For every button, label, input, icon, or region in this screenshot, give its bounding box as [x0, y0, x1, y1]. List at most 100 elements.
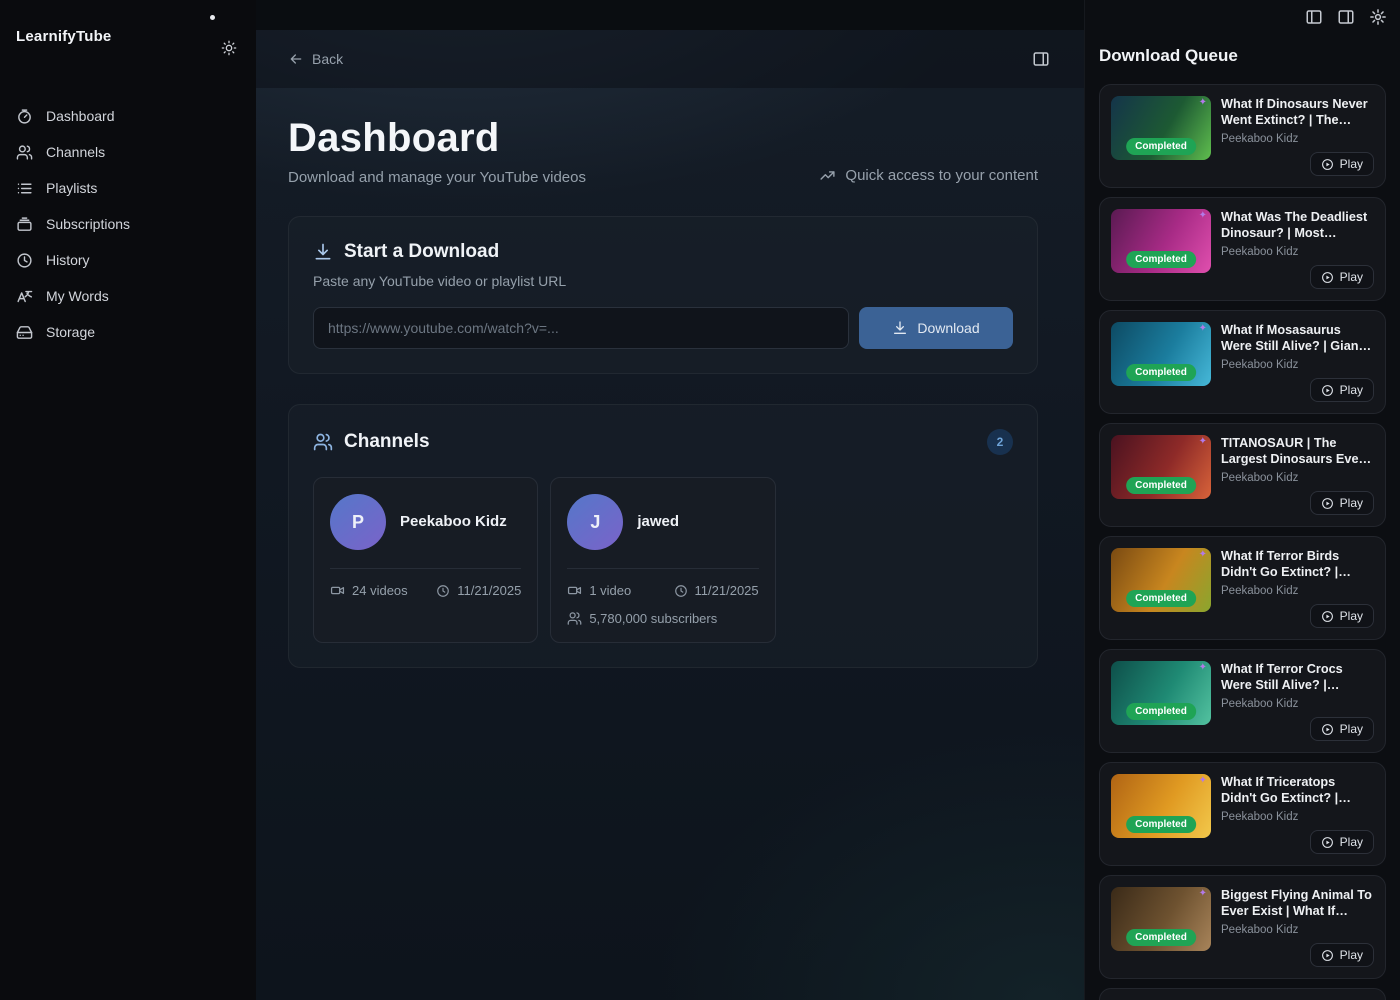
sidebar-item-label: Storage: [46, 324, 95, 340]
status-badge: Completed: [1126, 364, 1196, 381]
video-count: 24 videos: [330, 583, 408, 598]
status-dot: [210, 15, 215, 20]
channel-tile[interactable]: J jawed 1 video 11/21/2025: [550, 477, 775, 643]
clock-icon: [674, 584, 688, 598]
play-circle-icon: [1321, 836, 1334, 849]
main-header: Back: [256, 30, 1084, 88]
video-thumbnail: ✦ Completed: [1111, 435, 1211, 499]
queue-item-body: What If Dinosaurs Never Went Extinct? | …: [1221, 96, 1374, 176]
video-channel: Peekaboo Kidz: [1221, 698, 1374, 710]
sidebar-header: LearnifyTube: [0, 0, 256, 84]
video-thumbnail: ✦ Completed: [1111, 322, 1211, 386]
download-button[interactable]: Download: [859, 307, 1013, 349]
status-badge: Completed: [1126, 929, 1196, 946]
queue-item[interactable]: ✦ Completed What If Triceratops Didn't G…: [1099, 762, 1386, 866]
play-button[interactable]: Play: [1310, 717, 1374, 741]
download-icon: [313, 242, 333, 262]
queue-item[interactable]: ✦ Completed TITANOSAUR | The Largest Din…: [1099, 423, 1386, 527]
video-thumbnail: ✦ Completed: [1111, 96, 1211, 160]
play-button[interactable]: Play: [1310, 152, 1374, 176]
panel-left-toggle-button[interactable]: [1305, 8, 1323, 26]
queue-item-body: What If Mosasaurus Were Still Alive? | G…: [1221, 322, 1374, 402]
channel-tiles: P Peekaboo Kidz 24 videos 11/21/2025: [313, 477, 1013, 643]
video-camera-icon: [567, 583, 582, 598]
play-button[interactable]: Play: [1310, 830, 1374, 854]
sidebar-item-my-words[interactable]: My Words: [0, 278, 256, 314]
status-badge: Completed: [1126, 816, 1196, 833]
divider: [330, 568, 521, 569]
play-circle-icon: [1321, 271, 1334, 284]
back-button[interactable]: Back: [288, 51, 343, 67]
channel-name: jawed: [637, 512, 679, 532]
channel-stats: 24 videos 11/21/2025: [330, 583, 521, 598]
channel-date: 11/21/2025: [674, 583, 759, 598]
queue-item-body: What If Triceratops Didn't Go Extinct? |…: [1221, 774, 1374, 854]
play-button[interactable]: Play: [1310, 378, 1374, 402]
queue-item-body: TITANOSAUR | The Largest Dinosaurs Ever …: [1221, 435, 1374, 515]
page-subtitle: Download and manage your YouTube videos: [288, 169, 586, 186]
video-camera-icon: [330, 583, 345, 598]
video-title: What If Dinosaurs Never Went Extinct? | …: [1221, 96, 1374, 129]
queue-item[interactable]: ✦ Completed Biggest Flying Animal To Eve…: [1099, 875, 1386, 979]
clock-icon: [16, 252, 33, 269]
play-button[interactable]: Play: [1310, 943, 1374, 967]
avatar: J: [567, 494, 623, 550]
queue-item[interactable]: ✦ Completed What If Terror Crocs Were St…: [1099, 649, 1386, 753]
theme-toggle-button[interactable]: [219, 38, 239, 58]
url-input[interactable]: [313, 307, 849, 349]
download-card-header: Start a Download: [313, 241, 1013, 263]
sidebar-item-dashboard[interactable]: Dashboard: [0, 98, 256, 134]
download-queue-panel: Download Queue ✦ Completed What If Dinos…: [1084, 0, 1400, 1000]
quick-access: Quick access to your content: [819, 167, 1038, 186]
queue-item-body: Biggest Flying Animal To Ever Exist | Wh…: [1221, 887, 1374, 967]
channel-tile[interactable]: P Peekaboo Kidz 24 videos 11/21/2025: [313, 477, 538, 643]
queue-item[interactable]: ✦ Completed What If Dinosaurs Never Went…: [1099, 84, 1386, 188]
sparkle-icon: ✦: [1199, 775, 1207, 786]
play-button[interactable]: Play: [1310, 604, 1374, 628]
sidebar-item-channels[interactable]: Channels: [0, 134, 256, 170]
sidebar-item-subscriptions[interactable]: Subscriptions: [0, 206, 256, 242]
sidebar-item-label: Playlists: [46, 180, 97, 196]
translate-icon: [16, 288, 33, 305]
queue-item-body: What Was The Deadliest Dinosaur? | Most……: [1221, 209, 1374, 289]
panel-right-icon: [1337, 8, 1355, 26]
sparkle-icon: ✦: [1199, 210, 1207, 221]
users-icon: [16, 144, 33, 161]
queue-item[interactable]: ✦ Completed What If Mosasaurus Were Stil…: [1099, 310, 1386, 414]
play-button[interactable]: Play: [1310, 491, 1374, 515]
video-channel: Peekaboo Kidz: [1221, 359, 1374, 371]
start-download-card: Start a Download Paste any YouTube video…: [288, 216, 1038, 374]
sparkle-icon: ✦: [1199, 436, 1207, 447]
video-count: 1 video: [567, 583, 631, 598]
panel-toggle-button[interactable]: [1030, 48, 1052, 70]
sidebar-item-history[interactable]: History: [0, 242, 256, 278]
channel-tile-header: J jawed: [567, 494, 758, 550]
channels-count-badge: 2: [987, 429, 1013, 455]
sidebar-item-label: Channels: [46, 144, 105, 160]
quick-access-label: Quick access to your content: [845, 167, 1038, 184]
panel-top-bar: [1085, 0, 1400, 34]
queue-item[interactable]: ✦: [1099, 988, 1386, 1000]
sidebar-item-storage[interactable]: Storage: [0, 314, 256, 350]
main-content: Back Dashboard Download and manage your …: [256, 0, 1084, 1000]
panel-left-icon: [1305, 8, 1323, 26]
queue-item[interactable]: ✦ Completed What Was The Deadliest Dinos…: [1099, 197, 1386, 301]
users-icon: [313, 432, 333, 452]
status-badge: Completed: [1126, 138, 1196, 155]
page-heading: Dashboard Download and manage your YouTu…: [288, 112, 586, 186]
video-title: What If Mosasaurus Were Still Alive? | G…: [1221, 322, 1374, 355]
dashboard-content: Dashboard Download and manage your YouTu…: [256, 88, 1084, 668]
queue-item[interactable]: ✦ Completed What If Terror Birds Didn't …: [1099, 536, 1386, 640]
window-top-strip: [256, 0, 1084, 30]
inbox-icon: [16, 216, 33, 233]
settings-button[interactable]: [1369, 8, 1387, 26]
sidebar-item-playlists[interactable]: Playlists: [0, 170, 256, 206]
download-card-title: Start a Download: [344, 241, 499, 263]
panel-right-toggle-button[interactable]: [1337, 8, 1355, 26]
sidebar: LearnifyTube Dashboard Channels Playlist…: [0, 0, 256, 1000]
video-channel: Peekaboo Kidz: [1221, 246, 1374, 258]
download-input-row: Download: [313, 307, 1013, 349]
sidebar-item-label: History: [46, 252, 90, 268]
app-logo: LearnifyTube: [16, 28, 111, 45]
play-button[interactable]: Play: [1310, 265, 1374, 289]
